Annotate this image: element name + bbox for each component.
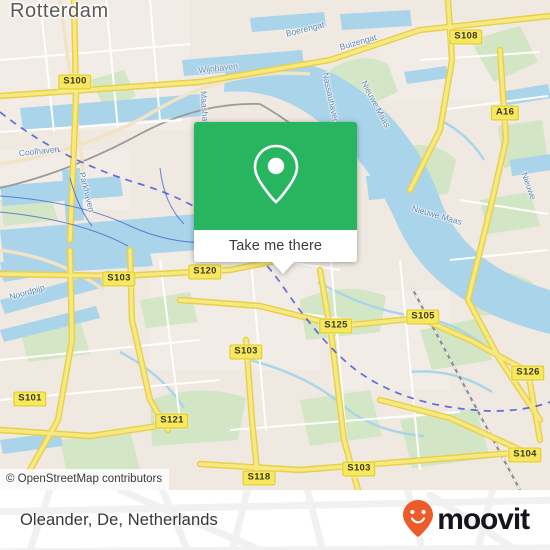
- card-footer[interactable]: Take me there: [194, 230, 357, 274]
- place-title: Oleander, De, Netherlands: [20, 510, 218, 529]
- moovit-pin-icon: [402, 499, 434, 542]
- map-attribution[interactable]: © OpenStreetMap contributors: [0, 469, 170, 490]
- road-shield: S108: [449, 29, 483, 45]
- road-shield: S103: [102, 271, 136, 287]
- road-shield: S100: [58, 74, 92, 90]
- card-image-area: [194, 122, 357, 230]
- road-shield: S101: [13, 391, 47, 407]
- road-shield: A16: [490, 105, 520, 121]
- road-shield: S103: [342, 461, 376, 477]
- road-shield: S120: [188, 264, 222, 280]
- road-shield: S125: [319, 318, 353, 334]
- card-pointer-tail: [272, 262, 294, 274]
- map-pin-icon: [252, 143, 300, 210]
- location-popup-card[interactable]: Take me there: [194, 122, 357, 274]
- footer-bar: Oleander, De, Netherlands moovit: [0, 490, 550, 550]
- screenshot-root: Rotterdam Wijnhaven Boerengat Buizengat Nas…: [0, 0, 550, 550]
- road-shield: S104: [508, 447, 542, 463]
- take-me-there-button[interactable]: Take me there: [229, 238, 322, 254]
- road-shield: S121: [155, 413, 189, 429]
- moovit-wordmark: moovit: [437, 503, 530, 536]
- moovit-brand[interactable]: moovit: [402, 490, 530, 550]
- road-shield: S105: [406, 309, 440, 325]
- road-shield: S103: [229, 344, 263, 360]
- road-shield: S118: [242, 470, 276, 486]
- road-shield: S126: [511, 365, 545, 381]
